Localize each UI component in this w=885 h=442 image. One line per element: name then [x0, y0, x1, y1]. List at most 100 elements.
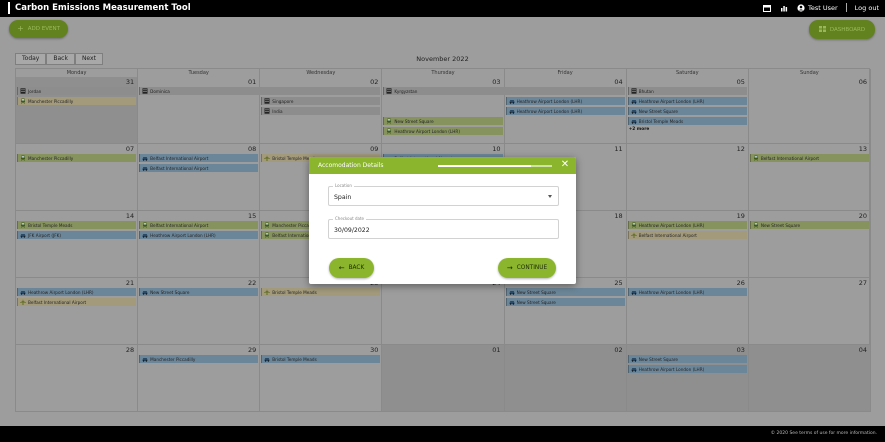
close-icon[interactable]: ✕ — [560, 160, 570, 170]
dashboard-icon — [818, 25, 826, 34]
calendar-event[interactable]: New Street Square — [505, 288, 625, 296]
building-icon — [142, 88, 148, 94]
day-cell[interactable]: 02 — [504, 345, 627, 412]
train-icon — [264, 222, 270, 228]
day-number: 04 — [614, 78, 623, 86]
day-number: 30 — [370, 346, 379, 354]
event-label: Jordan — [28, 88, 42, 94]
calendar-event[interactable]: Manchester Piccadilly — [17, 97, 137, 105]
calendar-event[interactable]: Bristol Temple Meads — [261, 288, 381, 296]
calendar-event[interactable]: Belfast International Airport — [627, 231, 747, 239]
train-icon — [753, 155, 759, 161]
calendar-event[interactable]: Heathrow Airport London (LHR) — [627, 365, 747, 373]
calendar-icon[interactable] — [763, 3, 772, 12]
calendar-event[interactable]: Heathrow Airport London (LHR) — [17, 288, 137, 296]
car-icon — [631, 366, 637, 372]
calendar-event[interactable]: New Street Square — [383, 117, 503, 125]
event-label: Manchester Piccadilly — [28, 155, 74, 161]
car-icon — [142, 356, 148, 362]
calendar-event[interactable]: Belfast International Airport — [17, 298, 137, 306]
back-modal-button[interactable]: ← BACK — [329, 258, 374, 278]
event-label: Dominica — [150, 88, 170, 94]
calendar-event[interactable]: Belfast International Airport — [139, 154, 259, 162]
event-label: Bristol Temple Meads — [272, 356, 317, 362]
calendar-event[interactable]: Manchester Piccadilly — [17, 154, 137, 162]
day-number: 04 — [858, 346, 867, 354]
event-label: Heathrow Airport London (LHR) — [638, 98, 705, 104]
calendar-event[interactable]: Belfast International Airport — [139, 164, 259, 172]
logout-link[interactable]: Log out — [855, 4, 879, 12]
event-label: Heathrow Airport London (LHR) — [150, 232, 216, 238]
day-number: 14 — [125, 212, 135, 220]
day-cell[interactable]: 27 — [748, 278, 871, 345]
more-events-link[interactable]: +2 more — [629, 127, 650, 132]
event-label: Belfast International Airport — [150, 155, 209, 161]
checkout-date-field[interactable]: Checkout date 30/09/2022 — [328, 216, 559, 239]
day-number: 18 — [614, 212, 623, 220]
day-cell[interactable]: 01 — [382, 345, 505, 412]
event-label: Heathrow Airport London (LHR) — [516, 98, 583, 104]
car-icon — [20, 232, 26, 238]
day-number: 11 — [614, 145, 623, 153]
day-number: 15 — [248, 212, 257, 220]
dashboard-label: DASHBOARD — [829, 26, 866, 33]
event-label: Heathrow Airport London (LHR) — [28, 289, 94, 295]
calendar-event[interactable]: New Street Square — [627, 355, 747, 363]
calendar-event[interactable]: New Street Square — [139, 288, 259, 296]
dashboard-button[interactable]: DASHBOARD — [809, 20, 875, 39]
calendar-event[interactable]: Heathrow Airport London (LHR) — [627, 97, 747, 105]
day-cell[interactable]: 24 — [382, 278, 505, 345]
day-number: 20 — [858, 212, 867, 220]
location-select[interactable]: Location Spain — [328, 183, 559, 206]
calendar-event[interactable]: Singapore — [261, 97, 381, 105]
train-icon — [20, 155, 26, 161]
event-label: Belfast International Airport — [638, 232, 697, 238]
calendar-event[interactable]: New Street Square — [505, 298, 625, 306]
calendar-event[interactable]: Bhutan — [627, 87, 747, 95]
calendar-event[interactable]: India — [261, 107, 381, 115]
event-label: Singapore — [272, 98, 294, 104]
continue-button[interactable]: → CONTINUE — [498, 258, 556, 278]
event-label: New Street Square — [638, 108, 678, 114]
continue-label: CONTINUE — [516, 265, 548, 271]
footer: © 2020 See terms of use for more informa… — [0, 426, 885, 442]
car-icon — [20, 289, 26, 295]
plane-icon — [630, 232, 637, 238]
calendar-event[interactable]: Dominica — [139, 87, 381, 95]
calendar-event[interactable]: Heathrow Airport London (LHR) — [505, 97, 625, 105]
car-icon — [264, 356, 270, 362]
calendar-event[interactable]: Manchester Piccadilly — [139, 355, 259, 363]
day-cell[interactable]: 04 — [748, 345, 871, 412]
chart-icon[interactable] — [780, 3, 789, 12]
calendar-event[interactable]: Jordan — [17, 87, 137, 95]
arrow-right-icon: → — [506, 264, 513, 272]
day-number: 08 — [248, 145, 257, 153]
day-cell[interactable]: 12 — [626, 144, 749, 211]
calendar-event[interactable]: Heathrow Airport London (LHR) — [505, 107, 625, 115]
month-title: November 2022 — [416, 55, 469, 63]
user-menu: Test User Log out — [763, 3, 879, 12]
day-number: 10 — [492, 145, 501, 153]
calendar-event[interactable]: JFK Airport (JFK) — [17, 231, 137, 239]
calendar-event[interactable]: Heathrow Airport London (LHR) — [383, 127, 503, 135]
day-number: 29 — [248, 346, 257, 354]
calendar-event[interactable]: Belfast International Airport — [749, 154, 869, 162]
add-event-button[interactable]: + ADD EVENT — [9, 20, 68, 38]
day-cell[interactable]: 06 — [748, 77, 871, 144]
calendar-event[interactable]: Heathrow Airport London (LHR) — [627, 221, 747, 229]
calendar-event[interactable]: Belfast International Airport — [139, 221, 259, 229]
car-icon — [631, 118, 637, 124]
calendar-event[interactable]: Heathrow Airport London (LHR) — [627, 288, 747, 296]
user-account[interactable]: Test User — [797, 3, 838, 12]
calendar-event[interactable]: Bristol Temple Meads — [261, 355, 381, 363]
calendar-event[interactable]: Bristol Temple Meads — [627, 117, 747, 125]
car-icon — [631, 108, 637, 114]
day-number: 31 — [125, 78, 135, 86]
calendar-event[interactable]: New Street Square — [627, 107, 747, 115]
event-label: Belfast International Airport — [28, 299, 87, 305]
calendar-event[interactable]: Kyrgyzstan — [383, 87, 625, 95]
day-cell[interactable]: 28 — [16, 345, 139, 412]
calendar-event[interactable]: New Street Square — [749, 221, 869, 229]
calendar-event[interactable]: Heathrow Airport London (LHR) — [139, 231, 259, 239]
calendar-event[interactable]: Bristol Temple Meads — [17, 221, 137, 229]
